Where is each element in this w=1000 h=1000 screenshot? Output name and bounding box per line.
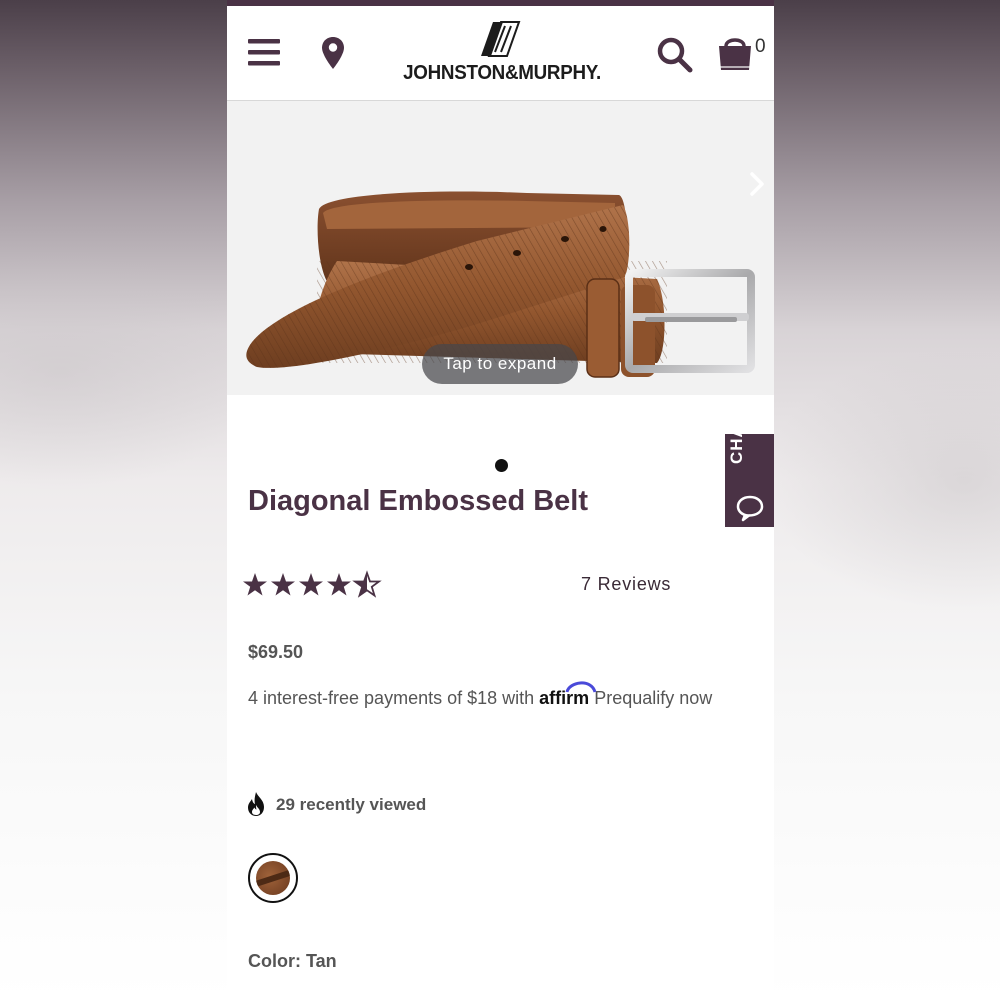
- mobile-product-page: JOHNSTON&MURPHY. 0 Tap to expand CHAT Di…: [227, 0, 774, 1000]
- star-full-icon: [243, 573, 267, 596]
- cart-count: 0: [755, 36, 766, 57]
- flame-icon: [248, 792, 264, 816]
- background-right: [774, 0, 1000, 1000]
- tap-to-expand-button[interactable]: Tap to expand: [422, 344, 578, 384]
- chat-button[interactable]: CHAT: [725, 414, 774, 527]
- chat-label: CHAT: [727, 414, 746, 464]
- product-image-gallery[interactable]: Tap to expand: [227, 101, 774, 395]
- color-swatch-tan[interactable]: [248, 853, 298, 903]
- recently-viewed-count: 29 recently viewed: [276, 795, 427, 814]
- star-full-icon: [327, 573, 351, 596]
- brand-logo-mark[interactable]: [479, 20, 521, 58]
- search-icon[interactable]: [657, 37, 693, 73]
- brand-logo-text[interactable]: JOHNSTON&MURPHY.: [394, 62, 610, 85]
- star-half-icon: [352, 570, 382, 598]
- swatch-image: [256, 861, 290, 895]
- star-full-icon: [299, 573, 323, 596]
- site-header: JOHNSTON&MURPHY. 0: [227, 6, 774, 101]
- product-price: $69.50: [248, 642, 304, 662]
- affirm-arc-icon: [565, 681, 597, 693]
- chevron-right-icon[interactable]: [749, 171, 765, 197]
- chat-bubble-icon: [736, 495, 764, 522]
- map-pin-icon[interactable]: [321, 36, 345, 70]
- affirm-logo: affirm: [539, 681, 597, 708]
- reviews-link[interactable]: 7 Reviews: [581, 574, 671, 595]
- gallery-dot-active[interactable]: [495, 459, 508, 472]
- hamburger-menu-icon[interactable]: [248, 39, 282, 67]
- prequalify-link[interactable]: Prequalify now: [594, 688, 712, 708]
- background-left: [0, 0, 227, 1000]
- selected-color-label: Color: Tan: [248, 951, 337, 971]
- financing-text: 4 interest-free payments of $18 with: [248, 688, 535, 708]
- product-title: Diagonal Embossed Belt: [248, 485, 589, 517]
- star-full-icon: [271, 573, 295, 596]
- financing-message: 4 interest-free payments of $18 with aff…: [248, 681, 738, 709]
- star-rating[interactable]: [242, 570, 382, 600]
- shopping-bag-icon[interactable]: [716, 32, 754, 72]
